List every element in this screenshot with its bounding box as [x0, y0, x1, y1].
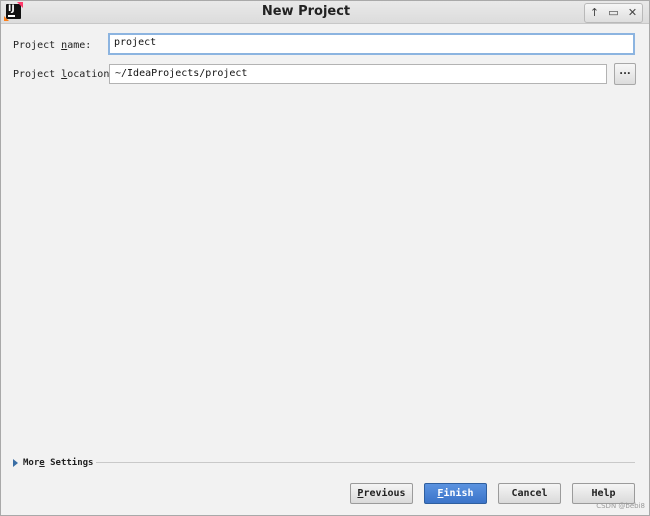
watermark: CSDN @bebi8	[596, 502, 645, 510]
previous-button[interactable]: Previous	[350, 483, 413, 504]
project-name-label: Project name:	[13, 40, 92, 51]
maximize-icon[interactable]: ▭	[604, 4, 623, 22]
help-button[interactable]: Help	[572, 483, 635, 504]
project-location-label: Project location:	[13, 69, 116, 80]
title-bar: IJ New Project ↑ ▭ ✕	[1, 1, 649, 24]
browse-button[interactable]: ...	[614, 63, 636, 85]
move-up-icon[interactable]: ↑	[585, 4, 604, 22]
more-settings-toggle[interactable]: More Settings	[13, 457, 93, 469]
new-project-dialog: IJ New Project ↑ ▭ ✕ Project name: proje…	[0, 0, 650, 516]
divider	[96, 462, 635, 463]
expand-arrow-icon	[13, 458, 18, 467]
cancel-button[interactable]: Cancel	[498, 483, 561, 504]
project-location-input[interactable]: ~/IdeaProjects/project	[109, 64, 607, 84]
window-title: New Project	[261, 4, 351, 19]
window-controls: ↑ ▭ ✕	[584, 3, 643, 23]
project-name-input[interactable]: project	[108, 33, 635, 55]
finish-button[interactable]: Finish	[424, 483, 487, 504]
close-icon[interactable]: ✕	[623, 4, 642, 22]
